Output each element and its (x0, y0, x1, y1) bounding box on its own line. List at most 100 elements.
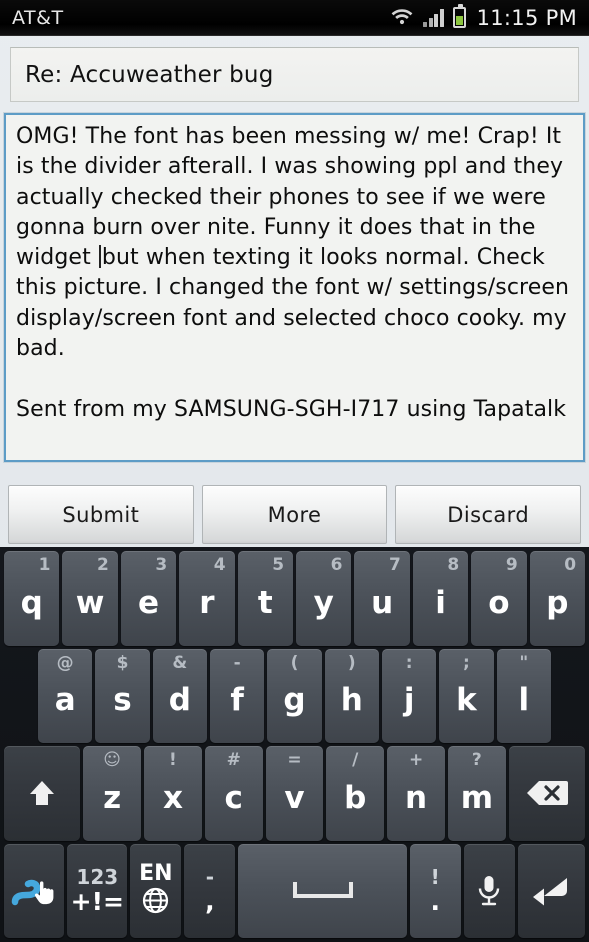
key-z[interactable]: ☺ z (83, 746, 142, 841)
key-h[interactable]: ) h (324, 648, 379, 743)
key-m-alt: ? (471, 750, 482, 770)
key-w[interactable]: 2w (62, 551, 118, 646)
enter-icon (518, 844, 585, 939)
key-k-label: k (456, 682, 477, 719)
key-i-label: i (435, 584, 446, 621)
key-t-label: t (257, 584, 273, 621)
comma-key-stack: - , (184, 867, 235, 914)
key-u[interactable]: 7u (354, 551, 410, 646)
key-f-alt: - (233, 652, 241, 673)
symbols-key[interactable]: 123 +!= (67, 843, 128, 938)
shift-icon (4, 746, 80, 841)
key-g[interactable]: (g (267, 648, 322, 743)
key-i-alt: 8 (447, 555, 460, 575)
symbols-key-stack: 123 +!= (67, 867, 127, 914)
key-m[interactable]: ? m (447, 746, 506, 841)
key-o[interactable]: 9o (471, 551, 527, 646)
swype-icon (4, 844, 64, 939)
key-w-alt: 2 (96, 555, 109, 575)
submit-button-label: Submit (62, 502, 140, 527)
key-t[interactable]: 5t (237, 551, 294, 646)
status-bar: AT&T 11:15 PM (0, 0, 589, 36)
key-i[interactable]: 8i (412, 551, 469, 646)
backspace-key[interactable] (508, 746, 585, 841)
body-text-after-caret: but when texting it looks normal. Check … (16, 245, 570, 422)
shift-key[interactable] (4, 746, 81, 841)
key-p-alt: 0 (564, 555, 577, 575)
key-a-alt: @ (56, 652, 74, 673)
key-x[interactable]: ! x (144, 746, 202, 841)
key-x-alt: ! (169, 750, 177, 770)
language-key-stack: EN (130, 863, 181, 918)
comma-key[interactable]: - , (184, 843, 236, 938)
discard-button[interactable]: Discard (395, 485, 582, 544)
language-key-label: EN (139, 861, 173, 887)
key-h-alt: ) (347, 652, 356, 673)
key-y-label: y (313, 584, 334, 621)
key-v[interactable]: = v (265, 746, 324, 841)
key-q-label: q (20, 584, 43, 621)
key-n[interactable]: + n (387, 746, 445, 841)
keyboard-row-2: @ a $ s & d -f (g ) h :j ; k " l (2, 648, 587, 743)
phone-screen: AT&T 11:15 PM Re: Accuweather bug OMG! T… (0, 0, 589, 942)
key-n-alt: + (408, 750, 424, 770)
more-button-label: More (267, 502, 322, 527)
key-g-label: g (283, 682, 306, 719)
message-body-input[interactable]: OMG! The font has been messing w/ me! Cr… (3, 112, 586, 463)
symbols-key-top-label: 123 (76, 865, 119, 890)
key-b[interactable]: / b (326, 746, 385, 841)
key-u-alt: 7 (389, 555, 401, 575)
wifi-icon (390, 6, 414, 29)
period-key-top-label: ! (430, 865, 440, 890)
key-z-label: z (103, 779, 122, 816)
key-d[interactable]: & d (152, 648, 207, 743)
language-key[interactable]: EN (130, 843, 182, 938)
key-j-alt: : (405, 652, 413, 673)
discard-button-label: Discard (447, 502, 530, 527)
key-c[interactable]: # c (204, 746, 263, 841)
space-key[interactable] (238, 843, 407, 939)
submit-button[interactable]: Submit (8, 485, 194, 544)
key-b-alt: / (352, 750, 359, 770)
key-e[interactable]: 3e (120, 551, 177, 646)
keyboard-row-4: 123 +!= EN - , ! . (2, 843, 587, 939)
key-k[interactable]: ; k (439, 648, 494, 743)
key-c-label: c (224, 779, 243, 816)
key-l[interactable]: " l (496, 648, 551, 743)
key-s-label: s (113, 682, 132, 719)
key-l-alt: " (519, 652, 529, 673)
period-key-stack: ! . (410, 867, 461, 914)
key-v-alt: = (287, 750, 302, 770)
key-f-label: f (230, 682, 244, 719)
period-key[interactable]: ! . (409, 843, 461, 938)
comma-key-top-label: - (205, 865, 215, 890)
key-s[interactable]: $ s (95, 648, 150, 743)
key-s-alt: $ (116, 652, 129, 673)
subject-input[interactable]: Re: Accuweather bug (10, 47, 579, 102)
on-screen-keyboard: 1q 2w 3e 4r 5t 6y 7u 8i 9o 0p @ a $ s & d -… (0, 547, 589, 942)
comma-key-bottom-label: , (205, 887, 215, 917)
signal-bars-icon (423, 8, 444, 27)
microphone-key[interactable] (463, 843, 515, 939)
space-icon (238, 844, 406, 939)
battery-icon (452, 4, 466, 28)
carrier-label: AT&T (12, 6, 64, 29)
key-r-alt: 4 (213, 555, 226, 575)
more-button[interactable]: More (201, 485, 388, 544)
period-key-bottom-label: . (430, 887, 440, 917)
key-q[interactable]: 1q (4, 551, 60, 646)
status-icons: 11:15 PM (390, 4, 577, 30)
key-j[interactable]: :j (381, 648, 437, 743)
key-a[interactable]: @ a (38, 648, 93, 743)
key-y[interactable]: 6y (296, 551, 352, 646)
swype-key[interactable] (4, 843, 65, 939)
key-e-alt: 3 (155, 555, 168, 575)
clock-label: 11:15 PM (476, 5, 577, 30)
enter-key[interactable] (517, 843, 586, 939)
key-p[interactable]: 0p (529, 551, 586, 646)
microphone-icon (464, 844, 515, 939)
key-f[interactable]: -f (209, 648, 265, 743)
key-n-label: n (405, 779, 428, 816)
key-g-alt: ( (290, 652, 299, 673)
key-r[interactable]: 4r (179, 551, 235, 646)
